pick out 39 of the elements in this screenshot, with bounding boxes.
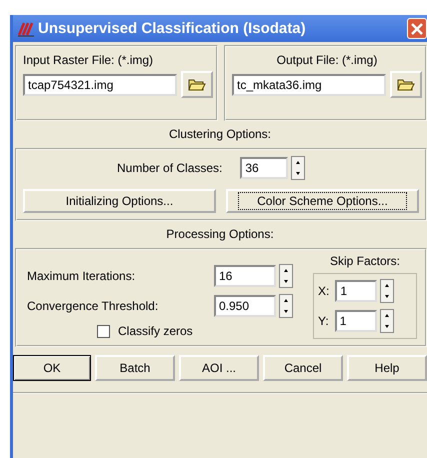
field-label: Y: xyxy=(318,314,329,328)
field-label: Output File: (*.img) xyxy=(276,53,378,67)
file-field[interactable]: tcap754321.img xyxy=(23,74,177,96)
file-field[interactable]: tc_mkata36.img xyxy=(232,74,386,96)
close-icon xyxy=(411,22,423,34)
number-field[interactable]: 16 xyxy=(214,265,276,287)
number-field[interactable]: 1 xyxy=(335,280,378,302)
option-button[interactable]: Initializing Options... xyxy=(23,189,216,213)
field-label: Number of Classes: xyxy=(117,161,222,175)
dialog-button[interactable]: AOI ... xyxy=(179,355,259,381)
dialog-button[interactable]: Help xyxy=(347,355,427,381)
field-label: Convergence Threshold: xyxy=(27,299,160,313)
spin-buttons[interactable] xyxy=(279,264,293,288)
group-label: Skip Factors: xyxy=(330,254,400,268)
folder-icon xyxy=(188,78,206,92)
spin-buttons[interactable] xyxy=(279,294,293,318)
number-field[interactable]: 0.950 xyxy=(214,295,276,317)
folder-icon xyxy=(397,78,415,92)
section-heading: Processing Options: xyxy=(165,226,275,243)
close-button[interactable] xyxy=(407,18,427,39)
spin-buttons[interactable] xyxy=(380,279,394,303)
dialog-button[interactable]: Batch xyxy=(95,355,175,381)
checkbox-label: Classify zeros xyxy=(118,324,193,338)
checkbox[interactable] xyxy=(97,324,110,338)
option-button[interactable]: Color Scheme Options... xyxy=(226,189,419,213)
dialog-button[interactable]: Cancel xyxy=(263,355,343,381)
browse-button[interactable] xyxy=(181,71,213,98)
dialog-button[interactable]: OK xyxy=(13,355,91,381)
spin-buttons[interactable] xyxy=(291,156,306,180)
section-heading: Clustering Options: xyxy=(168,126,272,143)
field-label: Input Raster File: (*.img) xyxy=(23,53,154,67)
app-icon xyxy=(17,20,35,36)
browse-button[interactable] xyxy=(390,71,422,98)
spin-buttons[interactable] xyxy=(380,309,394,333)
window-title: Unsupervised Classification (Isodata) xyxy=(38,20,307,37)
number-field[interactable]: 1 xyxy=(334,310,377,332)
number-field[interactable]: 36 xyxy=(240,157,288,179)
field-label: Maximum Iterations: xyxy=(27,269,136,283)
field-label: X: xyxy=(318,284,330,298)
